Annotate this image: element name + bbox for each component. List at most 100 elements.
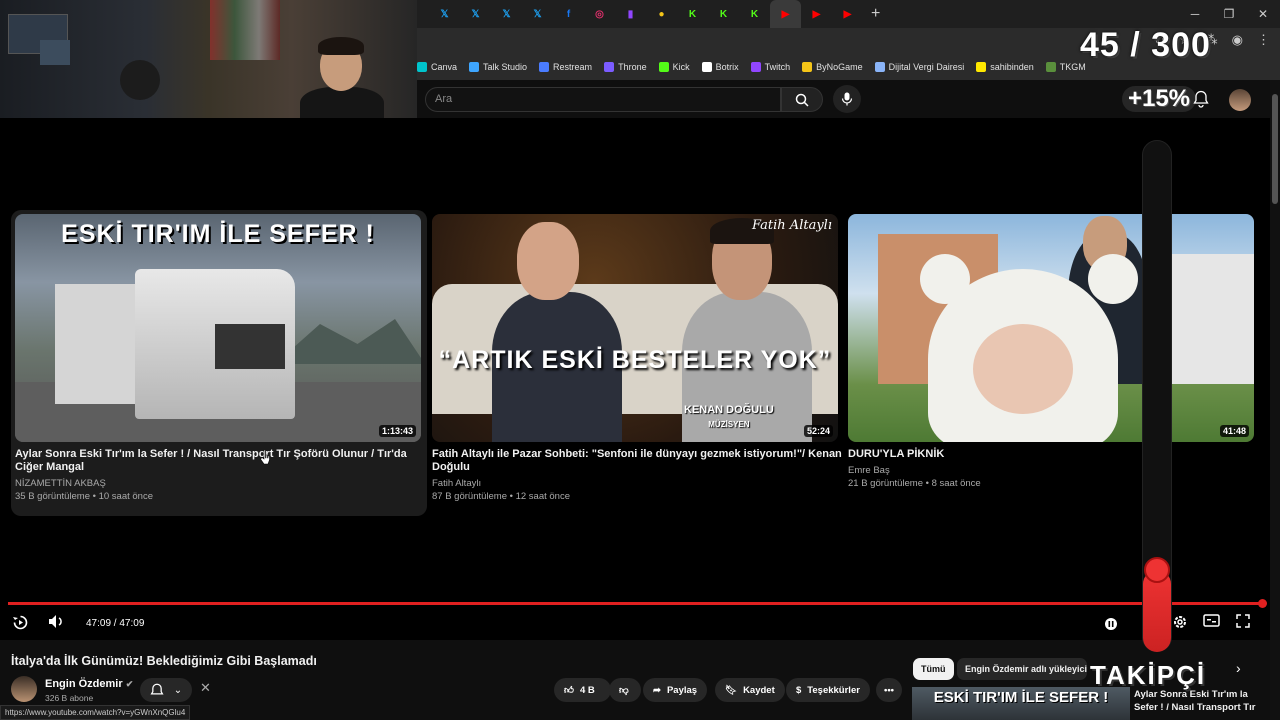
- bookmark-item[interactable]: Restream: [539, 62, 592, 72]
- mouse-cursor-icon: [260, 450, 270, 465]
- browser-tab[interactable]: 𝕏: [429, 0, 460, 28]
- browser-tab[interactable]: K: [677, 0, 708, 28]
- bookmark-item[interactable]: Throne: [604, 62, 647, 72]
- search-input[interactable]: Ara: [425, 87, 781, 112]
- status-url: https://www.youtube.com/watch?v=yGWnXnQG…: [0, 705, 191, 720]
- bookmark-item[interactable]: Dijital Vergi Dairesi: [874, 62, 964, 72]
- browser-tab[interactable]: ▶: [832, 0, 863, 28]
- time-display: 47:09 / 47:09: [86, 618, 145, 629]
- video-card[interactable]: Fatih Altaylı “ARTIK ESKİ BESTELER YOK” …: [432, 210, 842, 503]
- browser-tab-strip: 𝕏 𝕏 𝕏 𝕏f ◎ ▮ ● K K K ▶ ▶ ▶ +: [417, 0, 1280, 28]
- theater-icon: [1203, 614, 1220, 627]
- page-scrollbar[interactable]: [1270, 80, 1280, 720]
- browser-tab[interactable]: ▮: [615, 0, 646, 28]
- next-video-thumbnail[interactable]: ESKİ TIR'IM İLE SEFER !: [912, 687, 1130, 720]
- chevron-down-icon: ⌄: [173, 684, 183, 696]
- scrollbar-thumb[interactable]: [1272, 94, 1278, 204]
- next-video-title[interactable]: Aylar Sonra Eski Tır'ım la Sefer ! / Nas…: [1134, 688, 1264, 720]
- video-meta: 35 B görüntüleme • 10 saat önce: [15, 491, 154, 502]
- search-button[interactable]: [781, 87, 823, 112]
- video-thumbnail[interactable]: ESKİ TIR'IM İLE SEFER ! 1:13:43: [15, 214, 421, 442]
- seek-bar[interactable]: [8, 602, 1264, 605]
- bookmark-item[interactable]: Botrix: [701, 62, 739, 72]
- chip-uploader[interactable]: Engin Özdemir adlı yükleyicide: [957, 658, 1087, 680]
- create-button[interactable]: +15%: [1122, 86, 1196, 112]
- bookmark-label: ByNoGame: [816, 62, 863, 72]
- settings-button[interactable]: [1172, 614, 1188, 630]
- browser-tab[interactable]: ●: [646, 0, 677, 28]
- close-window-button[interactable]: ✕: [1246, 0, 1280, 28]
- share-button[interactable]: ➦ Paylaş: [643, 678, 708, 702]
- browser-tab[interactable]: 𝕏: [491, 0, 522, 28]
- seek-handle[interactable]: [1258, 599, 1267, 608]
- youtube-icon: ▶: [781, 8, 790, 20]
- thumbnail-text: “ARTIK ESKİ BESTELER YOK”: [438, 346, 832, 374]
- video-thumbnail[interactable]: Fatih Altaylı “ARTIK ESKİ BESTELER YOK” …: [432, 214, 838, 442]
- browser-tab[interactable]: f: [553, 0, 584, 28]
- autoplay-toggle[interactable]: [1104, 617, 1118, 631]
- bookmark-item[interactable]: ByNoGame: [802, 62, 863, 72]
- more-dots-icon: •••: [884, 684, 894, 696]
- watch-channel-name[interactable]: Engin Özdemir ✔: [45, 678, 133, 690]
- share-icon: ➦: [653, 684, 661, 696]
- theater-mode-button[interactable]: [1203, 614, 1220, 627]
- dislike-button[interactable]: 👎︎: [609, 678, 641, 702]
- bookmark-label: Kick: [672, 62, 690, 72]
- browser-tab[interactable]: ▶: [801, 0, 832, 28]
- bookmark-item[interactable]: Kick: [658, 62, 690, 72]
- video-meta: 21 B görüntüleme • 8 saat önce: [848, 478, 981, 489]
- voice-search-button[interactable]: [833, 85, 861, 113]
- user-avatar[interactable]: [1229, 89, 1251, 111]
- video-title[interactable]: Fatih Altaylı ile Pazar Sohbeti: "Senfon…: [432, 448, 842, 474]
- twitch-icon: [750, 62, 761, 72]
- browser-tab[interactable]: ▶: [770, 0, 801, 28]
- sahibinden-icon: [976, 62, 987, 72]
- chevron-right-icon[interactable]: ›: [1236, 660, 1241, 676]
- browser-tab[interactable]: 𝕏: [522, 0, 553, 28]
- facebook-icon: f: [566, 8, 571, 20]
- minimize-button[interactable]: ─: [1178, 0, 1212, 28]
- browser-tab[interactable]: ◎: [584, 0, 615, 28]
- browser-tab[interactable]: K: [739, 0, 770, 28]
- save-button[interactable]: 🔖︎ Kaydet: [715, 678, 785, 702]
- chip-all[interactable]: Tümü: [913, 658, 954, 680]
- video-thumbnail[interactable]: 41:48: [848, 214, 1254, 442]
- bookmark-item[interactable]: Canva: [417, 62, 457, 72]
- close-icon[interactable]: ✕: [200, 680, 211, 696]
- volume-button[interactable]: [48, 614, 65, 629]
- subscription-bell-button[interactable]: ⌄: [140, 678, 192, 702]
- like-button[interactable]: 👍︎ 4 B: [554, 678, 611, 702]
- bookmark-item[interactable]: Talk Studio: [469, 62, 527, 72]
- bookmark-label: Twitch: [764, 62, 791, 72]
- channel-avatar[interactable]: [11, 676, 37, 702]
- more-actions-button[interactable]: •••: [876, 678, 902, 702]
- new-tab-button[interactable]: +: [871, 5, 880, 23]
- bookmark-item[interactable]: Twitch: [750, 62, 791, 72]
- channel-name[interactable]: Fatih Altaylı: [432, 477, 842, 490]
- bookmark-label: Throne: [618, 62, 647, 72]
- instagram-icon: ◎: [595, 8, 604, 20]
- bookmark-item[interactable]: sahibinden: [976, 62, 1034, 72]
- restream-icon: [539, 62, 550, 72]
- fullscreen-button[interactable]: [1236, 614, 1250, 628]
- gear-icon: [1174, 616, 1186, 628]
- tkgm-icon: [1045, 62, 1056, 72]
- channel-name[interactable]: Emre Baş: [848, 464, 1258, 477]
- subscriber-count: 326 B abone: [45, 693, 94, 703]
- profile-icon[interactable]: ◉: [1232, 32, 1243, 48]
- twitter-icon: 𝕏: [502, 8, 511, 20]
- kick-icon: K: [688, 8, 697, 20]
- restore-button[interactable]: ❐: [1212, 0, 1246, 28]
- replay-button[interactable]: [12, 614, 29, 631]
- kick-icon: [658, 62, 669, 72]
- channel-name[interactable]: NİZAMETTİN AKBAŞ: [15, 477, 423, 490]
- video-card[interactable]: 41:48 DURU'YLA PİKNİK Emre Baş 21 B görü…: [848, 210, 1258, 490]
- notifications-button[interactable]: [1193, 90, 1209, 113]
- video-title[interactable]: DURU'YLA PİKNİK: [848, 448, 1258, 461]
- video-title[interactable]: Aylar Sonra Eski Tır'ım la Sefer ! / Nas…: [15, 448, 423, 474]
- browser-tab[interactable]: K: [708, 0, 739, 28]
- video-card[interactable]: ESKİ TIR'IM İLE SEFER ! 1:13:43 Aylar So…: [11, 210, 427, 516]
- thanks-button[interactable]: $ Teşekkürler: [786, 678, 870, 702]
- menu-dots-icon[interactable]: ⋮: [1257, 32, 1270, 48]
- browser-tab[interactable]: 𝕏: [460, 0, 491, 28]
